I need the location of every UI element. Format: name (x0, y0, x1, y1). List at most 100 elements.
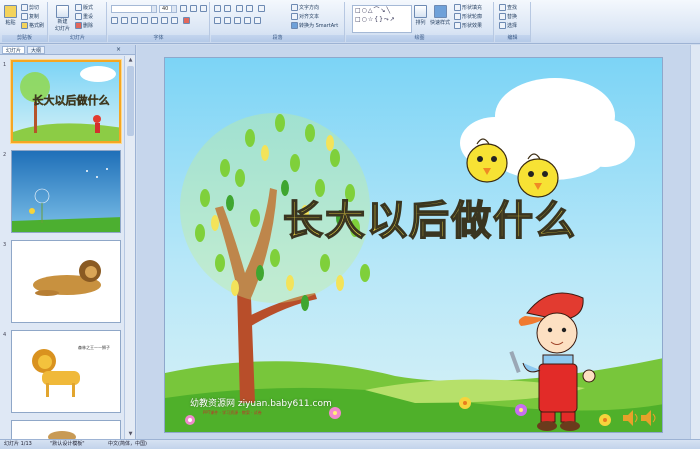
quick-styles-button[interactable]: 快速样式 (430, 5, 450, 26)
shrink-font-button[interactable] (190, 5, 197, 12)
tab-outline[interactable]: 大纲 (27, 45, 46, 54)
text-direction-button[interactable]: 文字方向 (291, 4, 319, 11)
slide-thumbnail-3[interactable] (11, 240, 121, 323)
text-direction-icon (291, 4, 298, 11)
delete-slide-button[interactable]: 删除 (75, 22, 93, 29)
font-grow-icon (180, 5, 187, 12)
clipboard-label: 剪贴板 (2, 35, 47, 42)
numbering-button[interactable] (224, 5, 231, 12)
editing-label: 编辑 (495, 35, 530, 42)
paste-button[interactable]: 粘贴 (4, 5, 17, 26)
align-right-button[interactable] (234, 17, 241, 24)
strikethrough-icon (141, 17, 148, 24)
select-button[interactable]: 选择 (499, 22, 517, 29)
shape-outline-button[interactable]: 形状轮廓 (454, 13, 482, 20)
slides-label: 幻灯片 (49, 35, 106, 42)
slide-title[interactable]: 长大以后做什么 (205, 188, 655, 246)
align-right-icon (234, 17, 241, 24)
clear-format-button[interactable] (200, 5, 207, 12)
increase-indent-button[interactable] (246, 5, 253, 12)
numbering-icon (224, 5, 231, 12)
char-spacing-button[interactable] (161, 17, 168, 24)
paste-icon (4, 5, 17, 18)
shape-effects-button[interactable]: 形状效果 (454, 22, 482, 29)
justify-button[interactable] (244, 17, 251, 24)
thumb-title: 长大以后做什么 (33, 93, 110, 107)
cut-button[interactable]: 剪切 (21, 4, 39, 11)
layout-icon (75, 4, 82, 11)
align-center-button[interactable] (224, 17, 231, 24)
copy-button[interactable]: 复制 (21, 13, 39, 20)
slide-number: 3 (3, 242, 7, 248)
editing-group: 查找 替换 选择 编辑 (495, 2, 531, 42)
change-case-button[interactable] (171, 17, 178, 24)
replace-button[interactable]: 替换 (499, 13, 517, 20)
slide-number: 1 (3, 62, 7, 68)
arrange-button[interactable]: 排列 (414, 5, 427, 26)
strikethrough-button[interactable] (141, 17, 148, 24)
italic-button[interactable] (121, 17, 128, 24)
new-slide-button[interactable]: 新建 幻灯片 (55, 5, 70, 32)
slide-scrollbar[interactable] (690, 45, 700, 439)
theme-name: "默认设计模板" (50, 441, 85, 447)
ribbon: 粘贴 剪切 复制 格式刷 剪贴板 新建 幻灯片 版式 重设 删除 幻灯片 40 … (0, 0, 700, 44)
status-bar: 幻灯片 1/13 "默认设计模板" 中文(简体，中国) (0, 439, 700, 449)
slide-thumbnail-5[interactable] (11, 420, 121, 439)
layout-button[interactable]: 版式 (75, 4, 93, 11)
slide-4-preview: 森林之王——狮子 (12, 331, 120, 412)
slide-counter: 幻灯片 1/13 (4, 441, 32, 447)
columns-button[interactable] (254, 17, 261, 24)
align-text-button[interactable]: 对齐文本 (291, 13, 319, 20)
cursor-icon (499, 22, 506, 29)
drawing-group: □○△⌒↘╲ □○☆{}⤳↗ 排列 快速样式 形状填充 形状轮廓 形状效果 绘图 (346, 2, 494, 42)
line-spacing-button[interactable] (258, 5, 265, 12)
bold-button[interactable] (111, 17, 118, 24)
align-left-button[interactable] (214, 17, 221, 24)
format-painter-button[interactable]: 格式刷 (21, 22, 44, 29)
font-shrink-icon (190, 5, 197, 12)
font-color-button[interactable] (183, 17, 190, 24)
slide-editor: 长大以后做什么 幼教资源网 ziyuan.baby611.com PPT课件 ·… (137, 45, 700, 439)
watermark-text: 幼教资源网 ziyuan.baby611.com (190, 399, 332, 409)
italic-icon (121, 17, 128, 24)
language-indicator[interactable]: 中文(简体，中国) (108, 440, 147, 449)
scroll-down-icon[interactable]: ▼ (127, 431, 134, 438)
scrollbar-thumb[interactable] (127, 66, 134, 136)
decrease-indent-button[interactable] (236, 5, 243, 12)
slide-1-preview: 长大以后做什么 (13, 62, 119, 141)
slide-number: 4 (3, 332, 7, 338)
shadow-button[interactable] (151, 17, 158, 24)
thumbnail-scrollbar[interactable]: ▲ ▼ (124, 56, 135, 439)
scroll-up-icon[interactable]: ▲ (127, 57, 134, 64)
slide-thumbnail-2[interactable] (11, 150, 121, 233)
scissors-icon (21, 4, 28, 11)
find-button[interactable]: 查找 (499, 4, 517, 11)
convert-smartart-button[interactable]: 转换为 SmartArt (291, 22, 338, 29)
reset-icon (75, 13, 82, 20)
bold-icon (111, 17, 118, 24)
tab-slides[interactable]: 幻灯片 (2, 45, 26, 54)
font-color-icon (183, 17, 190, 24)
paint-bucket-icon (454, 4, 461, 11)
shapes-gallery[interactable]: □○△⌒↘╲ □○☆{}⤳↗ (352, 5, 412, 33)
replace-icon (499, 13, 506, 20)
underline-button[interactable] (131, 17, 138, 24)
close-icon[interactable]: × (116, 46, 121, 53)
delete-icon (75, 22, 82, 29)
underline-icon (131, 17, 138, 24)
font-label: 字体 (108, 35, 209, 42)
eraser-icon (200, 5, 207, 12)
slide-thumbnail-1[interactable]: 长大以后做什么 (11, 60, 121, 143)
slide-thumbnail-4[interactable]: 森林之王——狮子 (11, 330, 121, 413)
current-slide[interactable]: 长大以后做什么 幼教资源网 ziyuan.baby611.com PPT课件 ·… (164, 57, 663, 433)
font-family-select[interactable] (111, 5, 157, 13)
font-size-select[interactable]: 40 (159, 5, 177, 13)
grow-font-button[interactable] (180, 5, 187, 12)
bullets-button[interactable] (214, 5, 221, 12)
copy-icon (21, 13, 28, 20)
chevron-down-icon[interactable] (171, 6, 176, 12)
case-icon (171, 17, 178, 24)
shape-fill-button[interactable]: 形状填充 (454, 4, 482, 11)
chevron-down-icon[interactable] (151, 6, 156, 12)
reset-button[interactable]: 重设 (75, 13, 93, 20)
